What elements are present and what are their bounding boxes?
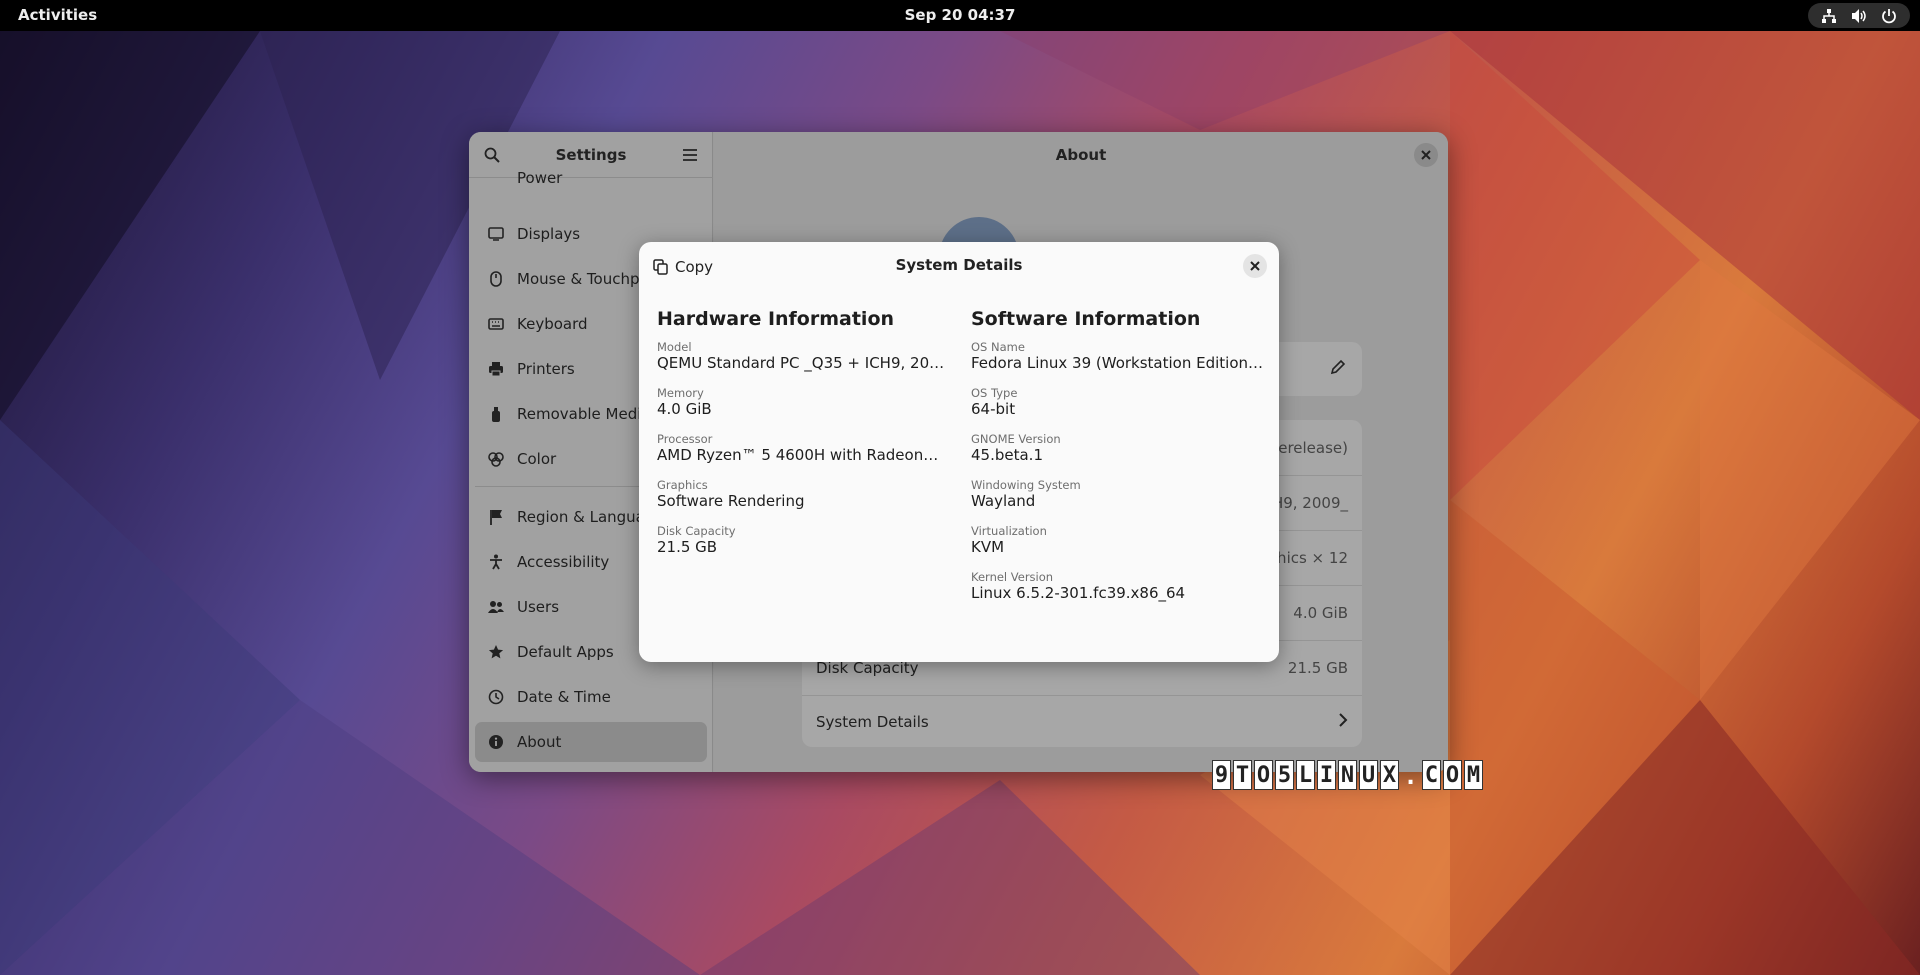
printer-icon [487, 360, 505, 378]
sidebar-item-label: Power [517, 169, 563, 187]
close-icon [1421, 150, 1431, 160]
page-title: About [1055, 146, 1107, 164]
sidebar-item-label: Date & Time [517, 688, 611, 706]
users-icon [487, 598, 505, 616]
os-name-field: OS Name Fedora Linux 39 (Workstation Edit… [971, 340, 1266, 372]
keyboard-icon [487, 315, 505, 333]
sidebar-item-date-time[interactable]: Date & Time [475, 677, 707, 717]
sidebar-item-about[interactable]: About [475, 722, 707, 762]
mouse-icon [487, 270, 505, 288]
system-details-dialog: Copy System Details Hardware Information… [639, 242, 1279, 662]
processor-field: Processor AMD Ryzen™ 5 4600H with Radeon™… [657, 432, 952, 464]
volume-icon[interactable] [1850, 8, 1868, 24]
os-type-field: OS Type 64-bit [971, 386, 1018, 418]
sidebar-item-power[interactable]: Power [475, 158, 707, 198]
watermark: 9 T O 5 L I N U X . C O M [1212, 760, 1483, 790]
software-column: Software Information OS Name Fedora Linux… [971, 308, 1266, 616]
display-icon [487, 225, 505, 243]
sidebar-item-label: Displays [517, 225, 581, 243]
hardware-heading: Hardware Information [657, 308, 895, 330]
window-close-button[interactable] [1414, 143, 1438, 167]
accessibility-icon [487, 553, 505, 571]
sidebar-item-label: Keyboard [517, 315, 588, 333]
star-icon [487, 643, 505, 661]
clock[interactable]: Sep 20 04:37 [0, 6, 1920, 24]
sidebar-item-label: Color [517, 450, 557, 468]
hardware-column: Hardware Information Model QEMU Standard … [657, 308, 952, 570]
gnome-version-field: GNOME Version 45.beta.1 [971, 432, 1061, 464]
sidebar-item-label: Accessibility [517, 553, 610, 571]
info-icon [487, 733, 505, 751]
sidebar-item-label: About [517, 733, 562, 751]
chevron-right-icon [1338, 712, 1348, 731]
color-icon [487, 450, 505, 468]
windowing-system-field: Windowing System Wayland [971, 478, 1081, 510]
sidebar-item-label: Mouse & Touchpad [517, 270, 659, 288]
dialog-close-button[interactable] [1243, 254, 1267, 278]
graphics-field: Graphics Software Rendering [657, 478, 805, 510]
memory-field: Memory 4.0 GiB [657, 386, 712, 418]
power-icon [487, 169, 505, 187]
system-details-row[interactable]: System Details [802, 695, 1362, 747]
system-tray[interactable] [1808, 3, 1910, 28]
sidebar-item-label: Removable Media [517, 405, 651, 423]
usb-icon [487, 405, 505, 423]
edit-icon[interactable] [1330, 359, 1346, 379]
virtualization-field: Virtualization KVM [971, 524, 1047, 556]
sidebar-item-label: Users [517, 598, 560, 616]
network-icon[interactable] [1820, 8, 1838, 24]
disk-capacity-field: Disk Capacity 21.5 GB [657, 524, 736, 556]
clock-icon [487, 688, 505, 706]
software-heading: Software Information [971, 308, 1201, 330]
close-icon [1250, 261, 1260, 271]
power-icon[interactable] [1880, 8, 1898, 24]
dialog-title: System Details [895, 256, 1023, 274]
kernel-version-field: Kernel Version Linux 6.5.2-301.fc39.x86_6… [971, 570, 1186, 602]
sidebar-item-label: Printers [517, 360, 575, 378]
top-bar: Activities Sep 20 04:37 [0, 0, 1920, 31]
model-field: Model QEMU Standard PC _Q35 + ICH9, 2009_ [657, 340, 952, 372]
flag-icon [487, 508, 505, 526]
sidebar-item-label: Default Apps [517, 643, 614, 661]
